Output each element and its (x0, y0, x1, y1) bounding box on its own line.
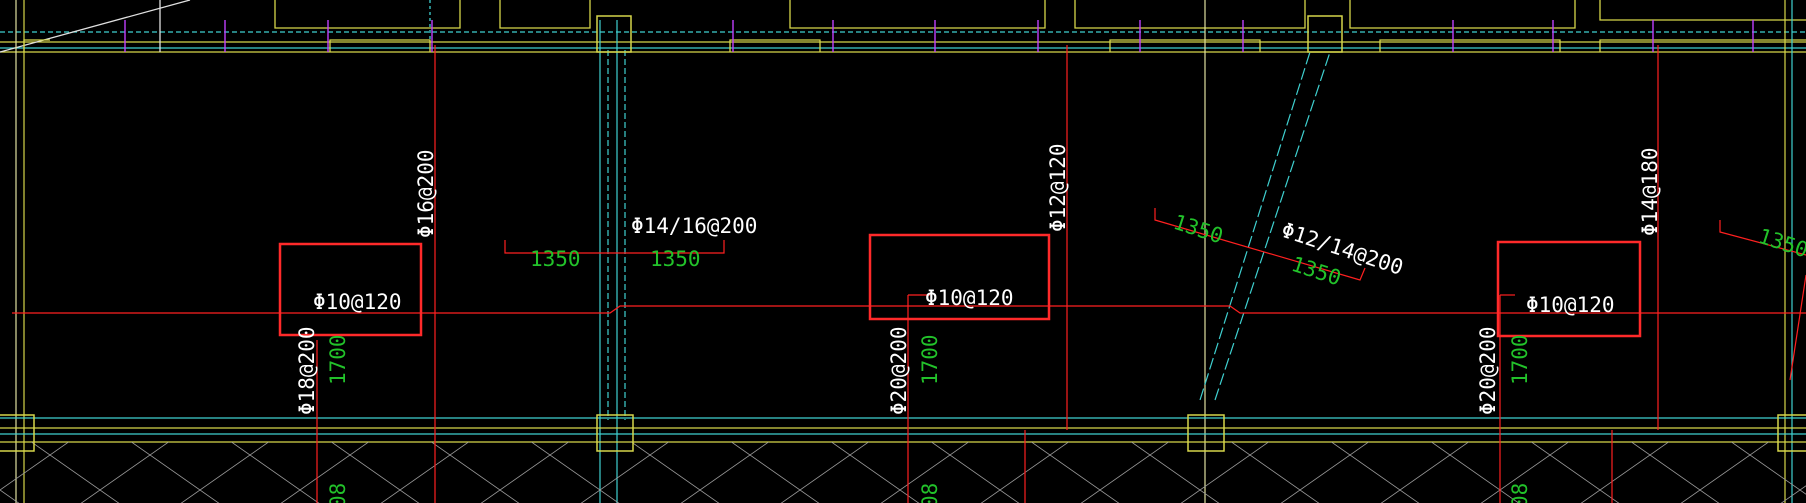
rebar-label-7: Φ12@120 (1046, 143, 1070, 232)
length-label-partial-2: 08 (918, 483, 942, 503)
length-label-2: 1350 (530, 247, 581, 271)
rebar-label-1: Φ16@200 (414, 149, 438, 238)
rebar-label-6: Φ20@200 (887, 326, 911, 415)
soil-hatch (0, 442, 1806, 503)
length-label-4: 1700 (918, 334, 942, 385)
length-label-partial-1: 08 (326, 483, 350, 503)
rebar-label-10: Φ10@120 (1526, 293, 1615, 317)
rebar-label-5: Φ10@120 (925, 286, 1014, 310)
length-label-3: 1350 (650, 247, 701, 271)
length-label-partial-3: 08 (1508, 483, 1532, 503)
rebar-label-2: Φ10@120 (313, 290, 402, 314)
length-label-7: 1700 (1508, 334, 1532, 385)
length-label-1: 1700 (326, 334, 350, 385)
rebar-label-9: Φ14@180 (1638, 147, 1662, 236)
cad-drawing-canvas[interactable]: Φ16@200 Φ10@120 Φ18@200 Φ14/16@200 Φ10@1… (0, 0, 1806, 503)
rebar-label-4: Φ14/16@200 (631, 214, 757, 238)
rebar-label-11: Φ20@200 (1476, 326, 1500, 415)
rebar-label-3: Φ18@200 (295, 326, 319, 415)
